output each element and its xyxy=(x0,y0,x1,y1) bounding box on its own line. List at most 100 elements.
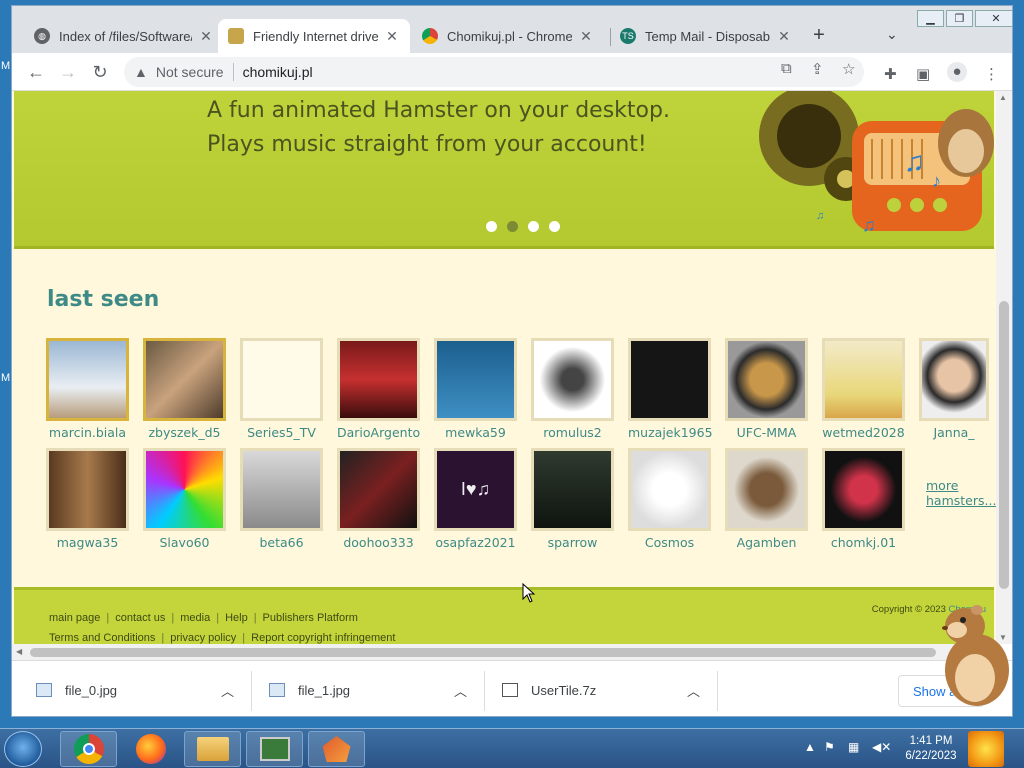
user-tile[interactable]: DarioArgento xyxy=(337,338,420,440)
tab-search-chevron-icon[interactable]: ⌄ xyxy=(886,26,898,43)
user-name[interactable]: muzajek1965 xyxy=(628,425,713,440)
user-avatar[interactable] xyxy=(143,448,226,531)
user-tile[interactable]: Cosmos xyxy=(628,448,711,550)
footer-link[interactable]: Help xyxy=(225,612,248,624)
user-name[interactable]: magwa35 xyxy=(46,535,129,550)
carousel-dot[interactable] xyxy=(549,221,560,232)
carousel-dot[interactable] xyxy=(486,221,497,232)
user-avatar[interactable] xyxy=(822,338,905,421)
close-icon[interactable]: ✕ xyxy=(384,28,400,45)
bookmark-star-icon[interactable]: ☆ xyxy=(842,60,855,78)
tab-friendly-internet-drive[interactable]: Friendly Internet drive - ✕ xyxy=(218,19,410,53)
footer-link[interactable]: contact us xyxy=(115,612,165,624)
user-name[interactable]: beta66 xyxy=(240,535,323,550)
download-item[interactable]: file_1.jpg xyxy=(269,661,350,716)
user-avatar[interactable] xyxy=(919,338,989,421)
share-icon[interactable]: ⇪ xyxy=(811,60,824,78)
maximize-button[interactable]: ❐ xyxy=(946,10,973,27)
taskbar-firefox[interactable] xyxy=(122,731,179,767)
scrollbar-thumb[interactable] xyxy=(30,648,936,657)
taskbar-app[interactable] xyxy=(308,731,365,767)
user-name[interactable]: doohoo333 xyxy=(337,535,420,550)
user-avatar[interactable] xyxy=(628,448,711,531)
show-hidden-icons[interactable]: ▲ xyxy=(804,740,816,754)
user-avatar[interactable] xyxy=(531,338,614,421)
vertical-scrollbar[interactable]: ▲ ▼ xyxy=(996,91,1012,644)
promo-banner[interactable]: A fun animated Hamster on your desktop. … xyxy=(14,91,994,249)
user-tile[interactable]: Slavo60 xyxy=(143,448,226,550)
menu-kebab-icon[interactable]: ⋮ xyxy=(984,65,999,83)
forward-button[interactable]: → xyxy=(57,62,79,82)
user-avatar[interactable] xyxy=(240,338,323,421)
user-name[interactable]: Slavo60 xyxy=(143,535,226,550)
footer-link[interactable]: Publishers Platform xyxy=(263,612,358,624)
user-tile[interactable]: romulus2 xyxy=(531,338,614,440)
chevron-up-icon[interactable]: ︿ xyxy=(687,681,700,700)
network-icon[interactable]: ▦ xyxy=(848,740,859,754)
translate-icon[interactable]: ⧉ xyxy=(781,60,792,77)
taskbar-task-manager[interactable] xyxy=(246,731,303,767)
carousel-dot-active[interactable] xyxy=(507,221,518,232)
user-name[interactable]: osapfaz2021 xyxy=(434,535,517,550)
tab-chomikuj-chrome[interactable]: Chomikuj.pl - Chrome W ✕ xyxy=(412,19,604,53)
footer-link[interactable]: Report copyright infringement xyxy=(251,632,395,644)
user-tile[interactable]: UFC-MMA xyxy=(725,338,808,440)
scrollbar-thumb[interactable] xyxy=(999,301,1009,589)
address-bar[interactable]: ▲ Not secure chomikuj.pl ⧉ ⇪ ☆ xyxy=(124,57,864,87)
system-clock[interactable]: 1:41 PM 6/22/2023 xyxy=(900,734,962,764)
profile-avatar-icon[interactable]: ● xyxy=(947,62,967,82)
user-tile[interactable]: I♥♫ osapfaz2021 xyxy=(434,448,517,550)
close-icon[interactable]: ✕ xyxy=(776,28,792,45)
horizontal-scrollbar[interactable]: ◀ xyxy=(12,644,996,660)
reload-button[interactable]: ↻ xyxy=(89,62,111,82)
user-name[interactable]: Agamben xyxy=(725,535,808,550)
new-tab-button[interactable]: + xyxy=(807,24,831,47)
user-tile[interactable]: Janna_ xyxy=(919,338,989,440)
user-name[interactable]: Cosmos xyxy=(628,535,711,550)
user-tile[interactable]: Series5_TV xyxy=(240,338,323,440)
chevron-up-icon[interactable]: ︿ xyxy=(221,681,234,700)
user-name[interactable]: zbyszek_d5 xyxy=(143,425,226,440)
more-hamsters-link[interactable]: more hamsters... xyxy=(926,478,996,508)
close-window-button[interactable]: ✕ xyxy=(975,10,1012,27)
user-tile[interactable]: wetmed2028 xyxy=(822,338,905,440)
tab-temp-mail[interactable]: TS Temp Mail - Disposable ✕ xyxy=(610,19,802,53)
user-avatar[interactable] xyxy=(725,338,808,421)
start-button[interactable] xyxy=(4,731,42,767)
close-icon[interactable]: ✕ xyxy=(578,28,594,45)
carousel-dot[interactable] xyxy=(528,221,539,232)
user-avatar[interactable] xyxy=(240,448,323,531)
user-name[interactable]: chomkj.01 xyxy=(822,535,905,550)
user-name[interactable]: DarioArgento xyxy=(337,425,420,440)
footer-link[interactable]: Terms and Conditions xyxy=(49,632,155,644)
download-item[interactable]: file_0.jpg xyxy=(36,661,117,716)
tab-index-files[interactable]: ◍ Index of /files/Software/ ✕ xyxy=(24,19,224,53)
taskbar-explorer[interactable] xyxy=(184,731,241,767)
user-avatar[interactable] xyxy=(337,338,420,421)
user-name[interactable]: sparrow xyxy=(531,535,614,550)
back-button[interactable]: ← xyxy=(25,62,47,82)
footer-link[interactable]: privacy policy xyxy=(170,632,236,644)
show-desktop-button[interactable] xyxy=(968,731,1004,767)
scroll-left-arrow-icon[interactable]: ◀ xyxy=(16,647,22,656)
more-link-line-2[interactable]: hamsters... xyxy=(926,493,996,508)
user-tile[interactable]: sparrow xyxy=(531,448,614,550)
user-tile[interactable]: chomkj.01 xyxy=(822,448,905,550)
user-avatar[interactable] xyxy=(434,338,517,421)
user-tile[interactable]: Agamben xyxy=(725,448,808,550)
user-avatar[interactable] xyxy=(46,338,129,421)
user-name[interactable]: wetmed2028 xyxy=(822,425,905,440)
user-name[interactable]: Janna_ xyxy=(919,425,989,440)
user-avatar[interactable] xyxy=(531,448,614,531)
more-link-line-1[interactable]: more xyxy=(926,478,996,493)
user-name[interactable]: Series5_TV xyxy=(240,425,323,440)
user-avatar[interactable] xyxy=(628,338,711,421)
user-name[interactable]: romulus2 xyxy=(531,425,614,440)
user-avatar[interactable] xyxy=(143,338,226,421)
minimize-button[interactable]: ▁ xyxy=(917,10,944,27)
user-tile[interactable]: doohoo333 xyxy=(337,448,420,550)
user-avatar[interactable] xyxy=(337,448,420,531)
user-avatar[interactable] xyxy=(725,448,808,531)
extensions-icon[interactable]: ✚ xyxy=(884,65,897,83)
footer-link[interactable]: main page xyxy=(49,612,100,624)
